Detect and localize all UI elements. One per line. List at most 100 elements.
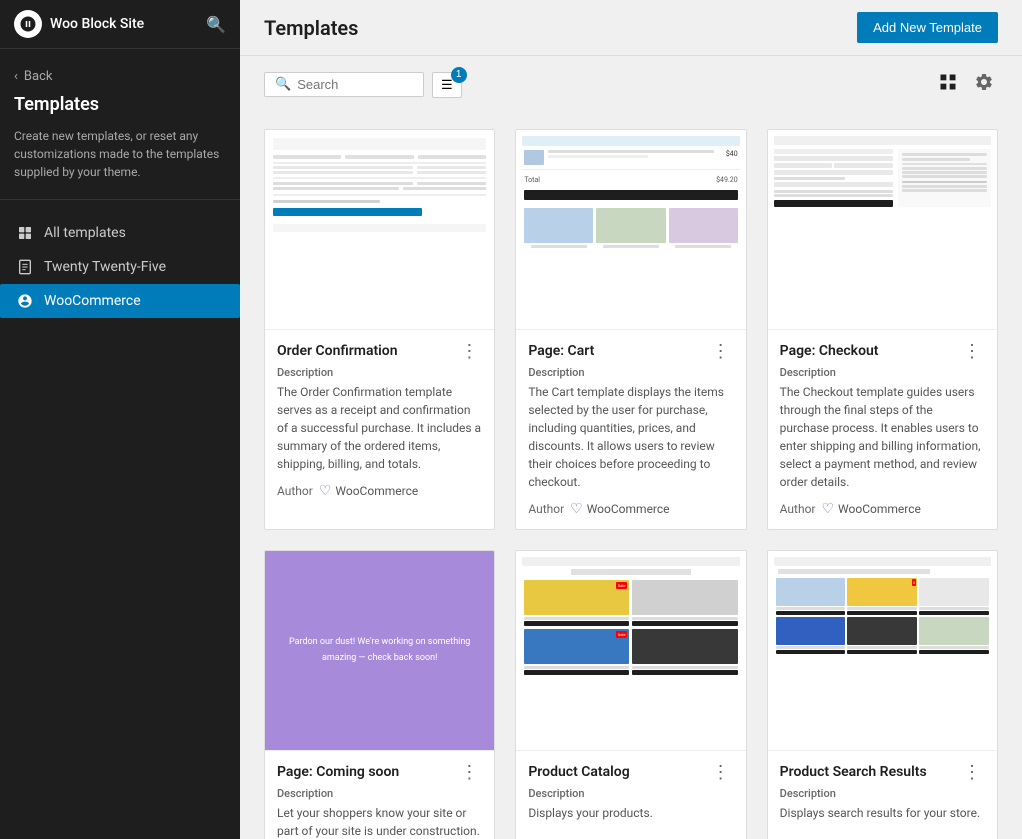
layout-icon [16,224,34,242]
template-preview [265,130,494,330]
sidebar-divider [0,199,240,200]
template-more-button[interactable]: ⋮ [708,342,734,360]
author-label: Author [528,502,564,516]
site-title: Woo Block Site [50,16,144,32]
search-icon: 🔍 [275,77,291,92]
template-card-order-confirmation: Order Confirmation ⋮ Description The Ord… [264,129,495,530]
author-name: WooCommerce [838,502,921,516]
template-preview: Pardon our dust! We're working on someth… [265,551,494,751]
template-more-button[interactable]: ⋮ [959,763,985,781]
coming-soon-preview-text: Pardon our dust! We're working on someth… [285,635,474,666]
author-label: Author [780,502,816,516]
template-info: Page: Cart ⋮ Description The Cart templa… [516,330,745,529]
template-author-row: Author ♡ WooCommerce [780,501,985,517]
template-more-button[interactable]: ⋮ [456,763,482,781]
template-desc-label: Description [528,787,733,800]
sidebar-heading: Templates [0,94,240,121]
main-content: Templates Add New Template 🔍 ☰ 1 [240,0,1022,839]
templates-grid: Order Confirmation ⋮ Description The Ord… [264,129,998,839]
sidebar-nav: ‹ Back Templates Create new templates, o… [0,49,240,210]
template-card-product-catalog: Sale Sale [515,550,746,839]
sidebar-item-all-templates[interactable]: All templates [0,216,240,250]
chevron-left-icon: ‹ [14,69,18,84]
filter-icon: ☰ [441,77,453,93]
page-title: Templates [264,16,358,40]
template-title-row: Page: Coming soon ⋮ [277,763,482,781]
template-preview: S [768,551,997,751]
template-name: Page: Coming soon [277,764,399,780]
template-card-page-checkout: Page: Checkout ⋮ Description The Checkou… [767,129,998,530]
template-description: The Order Confirmation template serves a… [277,383,482,473]
sidebar-item-twenty-twenty-five[interactable]: Twenty Twenty-Five [0,250,240,284]
sidebar-description: Create new templates, or reset any custo… [0,121,240,195]
page-icon [16,258,34,276]
sidebar-item-label: WooCommerce [44,293,141,309]
template-card-page-cart: $40 Total$49.20 [515,129,746,530]
template-description: Displays your products. [528,804,733,839]
author-logo: ♡ WooCommerce [821,501,920,517]
template-desc-label: Description [528,366,733,379]
template-desc-label: Description [780,366,985,379]
back-label: Back [24,69,53,84]
woo-brand-icon: ♡ [570,501,583,517]
template-title-row: Product Catalog ⋮ [528,763,733,781]
filter-button[interactable]: ☰ 1 [432,72,462,98]
back-button[interactable]: ‹ Back [0,63,240,94]
template-author-row: Author ♡ WooCommerce [528,501,733,517]
templates-grid-container: Order Confirmation ⋮ Description The Ord… [240,113,1022,839]
template-name: Page: Cart [528,343,594,359]
wp-logo [14,10,42,38]
template-more-button[interactable]: ⋮ [959,342,985,360]
filter-badge: 1 [451,67,467,83]
woo-brand-icon: ♡ [821,501,834,517]
template-preview [768,130,997,330]
template-info: Product Search Results ⋮ Description Dis… [768,751,997,839]
toolbar-right [934,68,998,101]
toolbar: 🔍 ☰ 1 [240,56,1022,113]
main-header: Templates Add New Template [240,0,1022,56]
search-input[interactable] [297,77,413,92]
template-title-row: Product Search Results ⋮ [780,763,985,781]
woo-icon [16,292,34,310]
author-logo: ♡ WooCommerce [319,483,418,499]
template-name: Page: Checkout [780,343,879,359]
template-card-product-search-results: S [767,550,998,839]
sidebar-item-label: All templates [44,225,126,241]
template-name: Order Confirmation [277,343,398,359]
template-card-page-coming-soon: Pardon our dust! We're working on someth… [264,550,495,839]
settings-button[interactable] [970,68,998,101]
template-info: Product Catalog ⋮ Description Displays y… [516,751,745,839]
template-name: Product Catalog [528,764,629,780]
woo-brand-icon: ♡ [319,483,332,499]
search-icon[interactable]: 🔍 [206,15,226,34]
sidebar-menu: All templates Twenty Twenty-Five WooComm… [0,210,240,324]
author-label: Author [277,484,313,498]
author-logo: ♡ WooCommerce [570,501,669,517]
author-name: WooCommerce [587,502,670,516]
template-preview: $40 Total$49.20 [516,130,745,330]
sidebar: Woo Block Site 🔍 ‹ Back Templates Create… [0,0,240,839]
template-desc-label: Description [780,787,985,800]
template-info: Page: Checkout ⋮ Description The Checkou… [768,330,997,529]
add-new-template-button[interactable]: Add New Template [857,12,998,43]
template-description: Let your shoppers know your site or part… [277,804,482,839]
template-more-button[interactable]: ⋮ [456,342,482,360]
template-title-row: Page: Checkout ⋮ [780,342,985,360]
toolbar-left: 🔍 ☰ 1 [264,72,462,98]
search-box[interactable]: 🔍 [264,72,424,97]
template-description: The Cart template displays the items sel… [528,383,733,491]
template-desc-label: Description [277,366,482,379]
template-name: Product Search Results [780,764,927,780]
template-description: The Checkout template guides users throu… [780,383,985,491]
template-description: Displays search results for your store. [780,804,985,839]
author-name: WooCommerce [335,484,418,498]
grid-view-button[interactable] [934,68,962,101]
template-preview: Sale Sale [516,551,745,751]
sidebar-item-label: Twenty Twenty-Five [44,259,166,275]
template-author-row: Author ♡ WooCommerce [277,483,482,499]
template-title-row: Order Confirmation ⋮ [277,342,482,360]
sidebar-item-woocommerce[interactable]: WooCommerce [0,284,240,318]
template-more-button[interactable]: ⋮ [708,763,734,781]
template-desc-label: Description [277,787,482,800]
template-info: Page: Coming soon ⋮ Description Let your… [265,751,494,839]
